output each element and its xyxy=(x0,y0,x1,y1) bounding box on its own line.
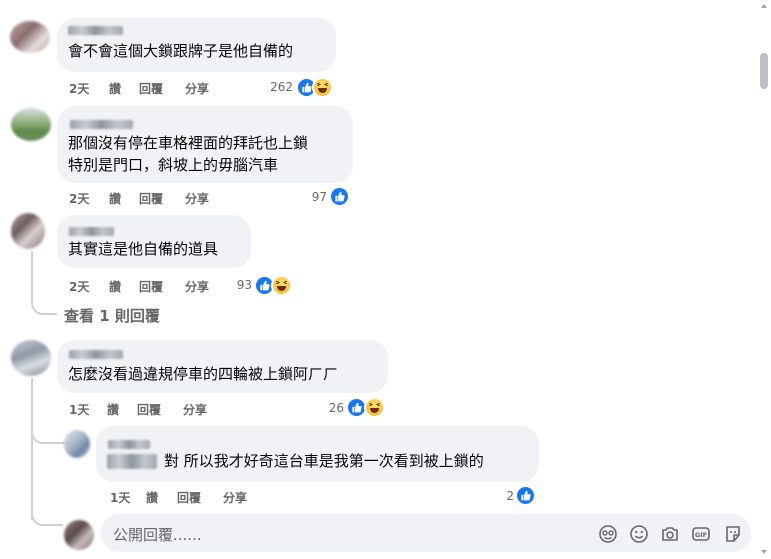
current-user-avatar xyxy=(64,520,94,550)
svg-text:GIF: GIF xyxy=(695,531,707,539)
author-name[interactable] xyxy=(108,440,150,449)
like-icon xyxy=(515,485,536,506)
reply-button[interactable]: 回覆 xyxy=(139,190,163,207)
gif-icon[interactable]: GIF xyxy=(691,524,711,544)
avatar[interactable] xyxy=(11,213,45,249)
avatar[interactable] xyxy=(10,21,50,53)
comment-bubble: 其實這是他自備的道具 xyxy=(57,215,251,268)
share-button[interactable]: 分享 xyxy=(185,80,209,97)
like-button[interactable]: 讚 xyxy=(146,489,158,506)
reaction-count[interactable]: 26 xyxy=(317,401,344,415)
comment-text: 其實這是他自備的道具 xyxy=(68,240,219,258)
timestamp[interactable]: 1天 xyxy=(69,401,89,418)
avatar[interactable] xyxy=(11,108,51,141)
comment-bubble: 怎麼沒看過違規停車的四輪被上鎖阿ㄏㄏ xyxy=(57,340,388,393)
thread-line xyxy=(31,251,57,315)
avatar[interactable] xyxy=(11,340,51,376)
thread-line xyxy=(31,378,33,520)
author-name xyxy=(107,454,157,469)
scroll-down-arrow[interactable] xyxy=(761,550,767,554)
sticker-icon[interactable] xyxy=(723,524,743,544)
reply-input[interactable]: 公開回覆...... GIF xyxy=(101,514,751,552)
thread-line xyxy=(31,420,65,444)
comment-bubble: 那個沒有停在車格裡面的拜託也上鎖 特別是門口，斜坡上的毋腦汽車 xyxy=(57,106,353,183)
author-name[interactable] xyxy=(69,350,123,359)
like-button[interactable]: 讚 xyxy=(109,80,121,97)
share-button[interactable]: 分享 xyxy=(185,278,209,295)
reply-button[interactable]: 回覆 xyxy=(177,489,201,506)
haha-icon xyxy=(364,397,385,418)
share-button[interactable]: 分享 xyxy=(183,401,207,418)
comment-text: 怎麼沒看過違規停車的四輪被上鎖阿ㄏㄏ xyxy=(68,365,339,383)
reaction-count[interactable]: 262 xyxy=(266,80,293,94)
like-icon xyxy=(329,186,350,207)
like-button[interactable]: 讚 xyxy=(109,278,121,295)
haha-icon xyxy=(271,275,292,296)
comment-text: 那個沒有停在車格裡面的拜託也上鎖 xyxy=(68,134,309,152)
reaction-count[interactable]: 2 xyxy=(490,489,514,503)
avatar[interactable] xyxy=(64,430,90,458)
reply-button[interactable]: 回覆 xyxy=(137,401,161,418)
timestamp[interactable]: 2天 xyxy=(69,278,89,295)
scrollbar-thumb[interactable] xyxy=(760,53,768,89)
scroll-up-arrow[interactable] xyxy=(761,4,767,8)
author-name[interactable] xyxy=(69,227,114,236)
share-button[interactable]: 分享 xyxy=(185,190,209,207)
thread-line xyxy=(31,506,63,526)
like-button[interactable]: 讚 xyxy=(107,401,119,418)
timestamp[interactable]: 2天 xyxy=(69,80,89,97)
reply-input-placeholder: 公開回覆...... xyxy=(113,526,202,544)
emoji-sticker-icon[interactable] xyxy=(598,524,618,544)
timestamp[interactable]: 1天 xyxy=(110,489,130,506)
smiley-icon[interactable] xyxy=(629,524,649,544)
scrollbar[interactable] xyxy=(757,0,771,559)
author-name[interactable] xyxy=(70,120,133,129)
author-name[interactable] xyxy=(68,26,123,35)
camera-icon[interactable] xyxy=(660,524,680,544)
reaction-count[interactable]: 93 xyxy=(225,278,252,292)
reply-button[interactable]: 回覆 xyxy=(139,278,163,295)
like-button[interactable]: 讚 xyxy=(109,190,121,207)
comment-text: 特別是門口，斜坡上的毋腦汽車 xyxy=(68,156,279,174)
comment-text: 會不會這個大鎖跟牌子是他自備的 xyxy=(68,42,294,60)
view-replies-link[interactable]: 查看 1 則回覆 xyxy=(64,305,160,326)
haha-icon xyxy=(312,77,333,98)
share-button[interactable]: 分享 xyxy=(223,489,247,506)
comment-bubble: 會不會這個大鎖跟牌子是他自備的 xyxy=(57,18,336,72)
reply-bubble: 對 所以我才好奇這台車是我第一次看到被上鎖的 xyxy=(96,426,539,482)
reply-button[interactable]: 回覆 xyxy=(139,80,163,97)
reaction-count[interactable]: 97 xyxy=(300,190,327,204)
timestamp[interactable]: 2天 xyxy=(69,190,89,207)
reply-text: 對 所以我才好奇這台車是我第一次看到被上鎖的 xyxy=(164,452,484,470)
